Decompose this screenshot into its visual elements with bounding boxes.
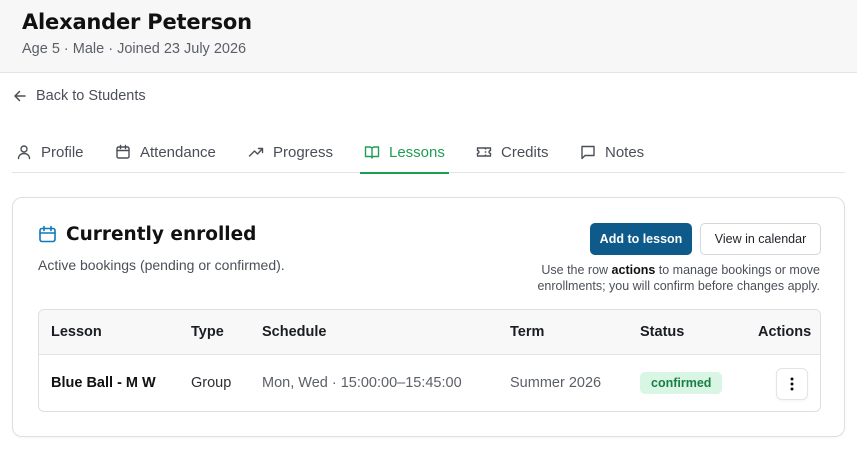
trending-up-icon <box>248 144 264 160</box>
calendar-icon <box>38 225 57 244</box>
student-meta: Age 5 · Male · Joined 23 July 2026 <box>22 41 247 57</box>
tab-label: Notes <box>605 143 645 161</box>
back-to-students-link[interactable]: Back to Students <box>13 88 146 104</box>
tab-label: Progress <box>273 143 334 161</box>
student-name: Alexander Peterson <box>22 10 252 34</box>
tab-notes[interactable]: Notes <box>580 131 644 173</box>
cell-schedule: Mon, Wed · 15:00:00–15:45:00 <box>262 375 462 391</box>
calendar-icon <box>115 144 131 160</box>
tab-label: Lessons <box>389 143 445 161</box>
more-vertical-icon <box>790 377 794 391</box>
cell-type: Group <box>191 375 232 391</box>
column-header-schedule: Schedule <box>262 324 327 340</box>
tab-lessons[interactable]: Lessons <box>360 131 449 174</box>
column-header-type: Type <box>191 324 224 340</box>
hint-bold: actions <box>611 263 656 277</box>
tab-label: Attendance <box>140 143 216 161</box>
enrollments-table: Lesson Type Schedule Term Status Actions… <box>38 309 821 412</box>
column-header-lesson: Lesson <box>51 324 102 340</box>
message-square-icon <box>580 144 596 160</box>
tab-bar: Profile Attendance Progress Lessons Cred… <box>12 131 845 174</box>
row-actions-button[interactable] <box>776 368 808 400</box>
table-header: Lesson Type Schedule Term Status Actions <box>39 310 820 355</box>
column-header-actions: Actions <box>758 324 812 340</box>
card-subtitle: Active bookings (pending or confirmed). <box>38 257 285 273</box>
tab-attendance[interactable]: Attendance <box>115 131 216 173</box>
user-icon <box>16 144 32 160</box>
column-header-term: Term <box>510 324 545 340</box>
tab-progress[interactable]: Progress <box>248 131 333 173</box>
hint-text-start: Use the row <box>541 263 612 277</box>
view-in-calendar-button[interactable]: View in calendar <box>700 223 821 255</box>
actions-hint: Use the row actions to manage bookings o… <box>500 262 820 294</box>
tab-label: Profile <box>41 143 84 161</box>
back-label: Back to Students <box>36 88 146 104</box>
student-header: Alexander Peterson Age 5 · Male · Joined… <box>0 0 857 73</box>
cell-term: Summer 2026 <box>510 375 602 391</box>
card-title: Currently enrolled <box>38 224 256 245</box>
tab-profile[interactable]: Profile <box>16 131 84 173</box>
book-open-icon <box>364 144 380 160</box>
currently-enrolled-card: Currently enrolled Active bookings (pend… <box>12 197 845 437</box>
status-badge: confirmed <box>640 372 723 394</box>
ticket-icon <box>476 144 492 160</box>
table-row: Blue Ball - M W Group Mon, Wed · 15:00:0… <box>39 355 820 411</box>
arrow-left-icon <box>13 89 27 103</box>
column-header-status: Status <box>640 324 685 340</box>
tab-label: Credits <box>501 143 549 161</box>
card-title-text: Currently enrolled <box>66 224 257 245</box>
cell-lesson: Blue Ball - M W <box>51 375 156 391</box>
tab-credits[interactable]: Credits <box>476 131 549 173</box>
add-to-lesson-button[interactable]: Add to lesson <box>590 223 692 255</box>
